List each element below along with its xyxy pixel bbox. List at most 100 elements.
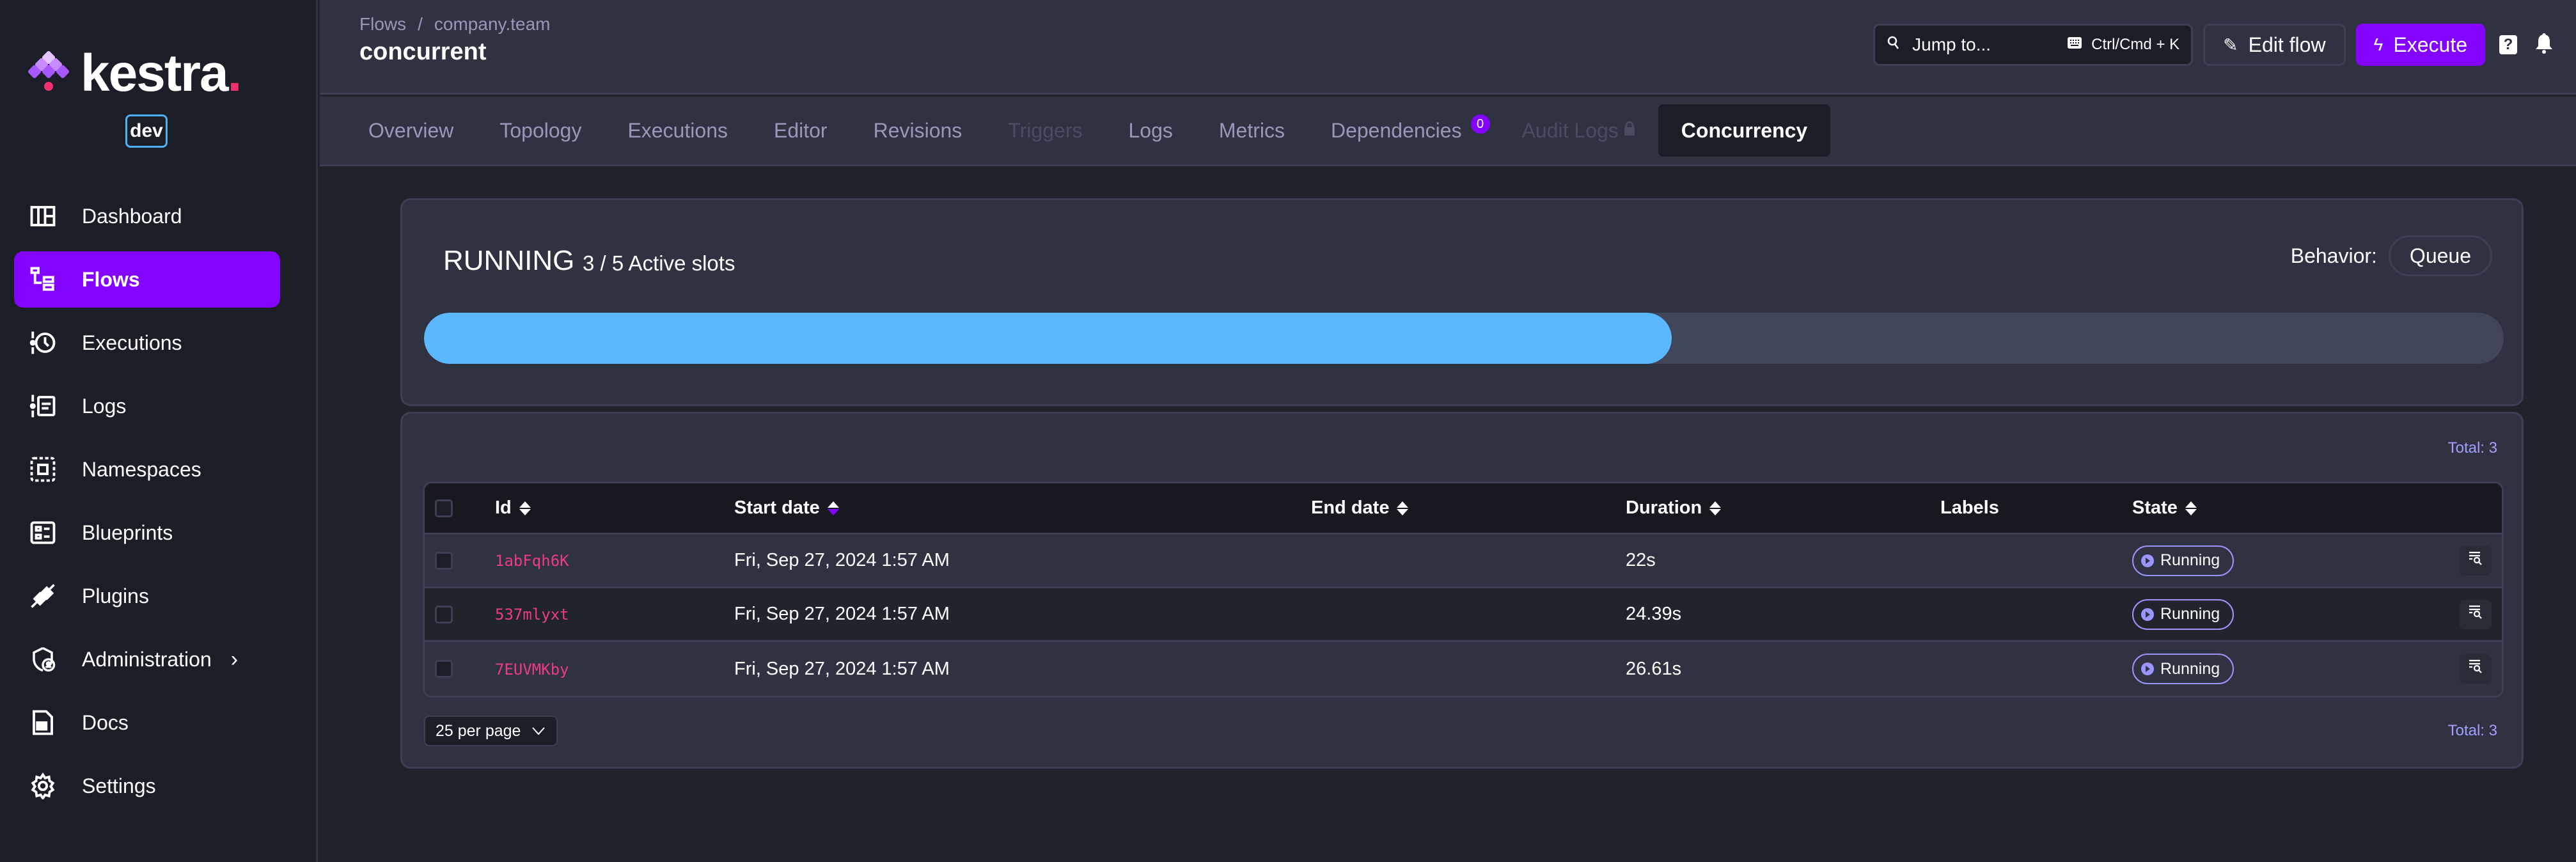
behavior-label: Behavior: bbox=[2290, 244, 2377, 267]
kestra-logo-icon bbox=[27, 50, 70, 95]
execute-label: Execute bbox=[2393, 33, 2467, 56]
sidebar-item-label: Dashboard bbox=[82, 204, 182, 228]
tab-audit-logs: Audit Logs bbox=[1499, 104, 1658, 157]
kestra-logo[interactable]: kestra. bbox=[27, 44, 242, 102]
duration-cell: 22s bbox=[1626, 550, 1656, 570]
tab-editor[interactable]: Editor bbox=[751, 104, 851, 157]
row-checkbox[interactable] bbox=[435, 660, 453, 678]
header-actions: Jump to... Ctrl/Cmd + K ✎ Edit flow ϟ Ex… bbox=[1873, 24, 2557, 66]
select-all-checkbox[interactable] bbox=[435, 499, 453, 517]
sidebar-item-label: Executions bbox=[82, 331, 182, 354]
tab-metrics[interactable]: Metrics bbox=[1196, 104, 1308, 157]
column-label: Start date bbox=[734, 498, 820, 518]
settings-icon bbox=[29, 772, 56, 799]
row-checkbox[interactable] bbox=[435, 605, 453, 623]
notifications-button[interactable] bbox=[2531, 32, 2557, 58]
per-page-select[interactable]: 25 per page bbox=[424, 716, 558, 746]
pencil-icon: ✎ bbox=[2223, 35, 2238, 55]
execution-id-link[interactable]: 537mlyxt bbox=[495, 606, 569, 623]
flows-icon bbox=[29, 266, 56, 293]
keyboard-shortcut: Ctrl/Cmd + K bbox=[2067, 36, 2179, 54]
environment-badge: dev bbox=[125, 114, 168, 148]
column-header-end-date[interactable]: End date bbox=[1311, 498, 1626, 519]
sidebar-item-dashboard[interactable]: Dashboard bbox=[14, 188, 280, 244]
total-count-bottom: Total: 3 bbox=[2447, 722, 2497, 739]
per-page-value: 25 per page bbox=[436, 721, 521, 740]
column-header-state[interactable]: State bbox=[2132, 498, 2414, 519]
view-details-button[interactable] bbox=[2460, 599, 2492, 629]
executions-icon bbox=[29, 329, 56, 356]
sidebar-item-blueprints[interactable]: Blueprints bbox=[14, 505, 280, 561]
sidebar-item-logs[interactable]: Logs bbox=[14, 378, 280, 434]
help-button[interactable]: ? bbox=[2495, 32, 2521, 58]
jump-to-search[interactable]: Jump to... Ctrl/Cmd + K bbox=[1873, 24, 2194, 66]
column-label: Duration bbox=[1626, 498, 1702, 518]
duration-cell: 26.61s bbox=[1626, 658, 1682, 679]
table-header: Id Start date End date Duration Labels S… bbox=[425, 483, 2502, 535]
sidebar-item-settings[interactable]: Settings bbox=[14, 758, 280, 814]
view-details-button[interactable] bbox=[2460, 545, 2492, 576]
help-icon: ? bbox=[2499, 35, 2517, 54]
status-text: Running bbox=[2160, 605, 2220, 623]
sort-icon bbox=[2185, 501, 2197, 516]
search-list-icon bbox=[2467, 550, 2484, 572]
page-title: concurrent bbox=[359, 38, 487, 65]
sidebar-item-executions[interactable]: Executions bbox=[14, 315, 280, 371]
tab-label: Editor bbox=[773, 118, 828, 142]
table-row: 1abFqh6K Fri, Sep 27, 2024 1:57 AM 22s R… bbox=[425, 535, 2502, 588]
view-details-button[interactable] bbox=[2460, 654, 2492, 684]
sort-icon bbox=[519, 501, 531, 516]
tab-label: Triggers bbox=[1008, 118, 1083, 142]
tab-overview[interactable]: Overview bbox=[345, 104, 476, 157]
breadcrumb-flows-link[interactable]: Flows bbox=[359, 14, 406, 34]
sidebar-item-docs[interactable]: Docs bbox=[14, 694, 280, 751]
duration-cell: 24.39s bbox=[1626, 604, 1682, 624]
tab-concurrency[interactable]: Concurrency bbox=[1658, 104, 1831, 157]
start-date-cell: Fri, Sep 27, 2024 1:57 AM bbox=[734, 604, 950, 624]
total-count-top: Total: 3 bbox=[2447, 439, 2497, 457]
sidebar-item-label: Logs bbox=[82, 394, 127, 418]
tab-logs[interactable]: Logs bbox=[1105, 104, 1195, 157]
breadcrumb-namespace-link[interactable]: company.team bbox=[434, 14, 551, 34]
edit-flow-label: Edit flow bbox=[2248, 33, 2326, 56]
column-header-duration[interactable]: Duration bbox=[1626, 498, 1940, 519]
column-label: End date bbox=[1311, 498, 1390, 518]
tab-label: Metrics bbox=[1218, 118, 1285, 142]
execute-button[interactable]: ϟ Execute bbox=[2355, 24, 2485, 66]
running-executions-card: Total: 3 Id Start date End date Duration… bbox=[400, 412, 2524, 769]
status-badge: Running bbox=[2132, 654, 2234, 684]
status-text: Running bbox=[2160, 659, 2220, 678]
sidebar-item-flows[interactable]: Flows bbox=[14, 251, 280, 308]
breadcrumb: Flows / company.team bbox=[359, 14, 550, 35]
status-text: Running bbox=[2160, 551, 2220, 569]
column-header-id[interactable]: Id bbox=[495, 498, 734, 519]
play-circle-icon bbox=[2141, 662, 2154, 675]
tab-dependencies[interactable]: Dependencies 0 bbox=[1308, 104, 1499, 157]
row-checkbox[interactable] bbox=[435, 551, 453, 570]
logo-wordmark: kestra. bbox=[81, 44, 242, 102]
bell-icon bbox=[2534, 32, 2554, 58]
docs-icon bbox=[29, 709, 56, 736]
sidebar-item-administration[interactable]: Administration › bbox=[14, 631, 280, 687]
active-slots-progress-bar bbox=[424, 313, 2504, 364]
chevron-down-icon bbox=[531, 722, 546, 741]
logs-icon bbox=[29, 393, 56, 419]
tab-revisions[interactable]: Revisions bbox=[851, 104, 986, 157]
sidebar-item-plugins[interactable]: Plugins bbox=[14, 568, 280, 624]
sidebar-item-namespaces[interactable]: Namespaces bbox=[14, 441, 280, 498]
execution-id-link[interactable]: 1abFqh6K bbox=[495, 552, 569, 570]
tab-executions[interactable]: Executions bbox=[604, 104, 751, 157]
tab-label: Audit Logs bbox=[1521, 118, 1619, 142]
tab-label: Dependencies bbox=[1330, 118, 1462, 142]
search-list-icon bbox=[2467, 658, 2484, 680]
table-row: 537mlyxt Fri, Sep 27, 2024 1:57 AM 24.39… bbox=[425, 588, 2502, 642]
edit-flow-button[interactable]: ✎ Edit flow bbox=[2203, 24, 2346, 66]
start-date-cell: Fri, Sep 27, 2024 1:57 AM bbox=[734, 550, 950, 570]
tab-topology[interactable]: Topology bbox=[476, 104, 604, 157]
execution-id-link[interactable]: 7EUVMKby bbox=[495, 661, 569, 678]
plugins-icon bbox=[29, 583, 56, 609]
sidebar-item-label: Namespaces bbox=[82, 457, 201, 481]
lock-icon bbox=[1624, 121, 1635, 141]
sidebar-item-label: Docs bbox=[82, 710, 129, 734]
column-header-start-date[interactable]: Start date bbox=[734, 498, 1311, 519]
